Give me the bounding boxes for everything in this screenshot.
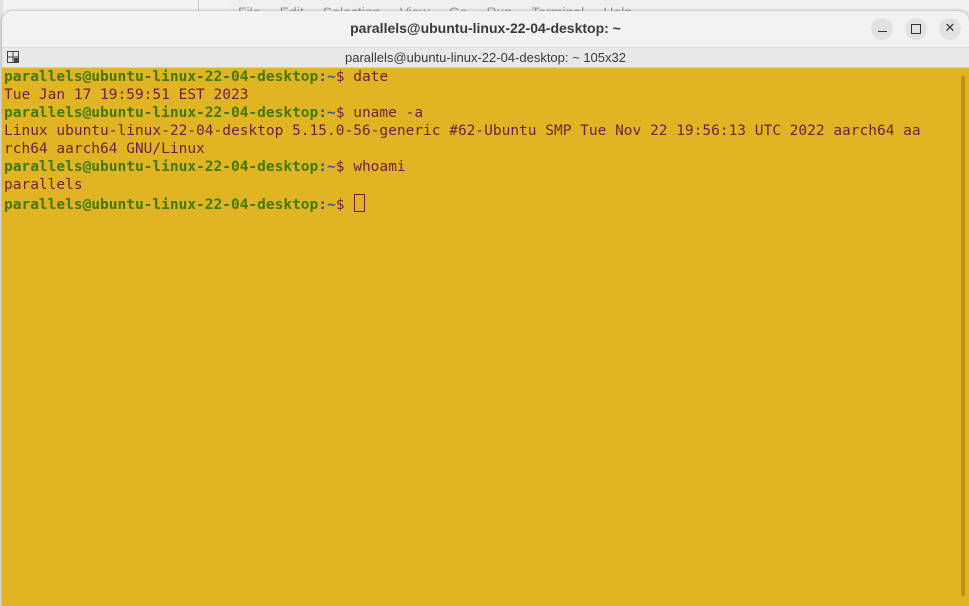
output-line: Linux ubuntu-linux-22-04-desktop 5.15.0-… bbox=[4, 123, 921, 139]
prompt-separator: : bbox=[318, 159, 328, 175]
prompt-line: parallels@ubuntu-linux-22-04-desktop:~$ … bbox=[4, 158, 954, 176]
output-line: Tue Jan 17 19:59:51 EST 2023 bbox=[4, 87, 249, 103]
tab-title: parallels@ubuntu-linux-22-04-desktop: ~ … bbox=[345, 50, 626, 65]
prompt-symbol: $ bbox=[335, 197, 354, 213]
output-line: rch64 aarch64 GNU/Linux bbox=[4, 141, 205, 157]
prompt-path: ~ bbox=[327, 105, 336, 121]
prompt-path: ~ bbox=[327, 69, 336, 85]
minimize-button[interactable] bbox=[871, 18, 893, 40]
prompt-symbol: $ bbox=[335, 105, 354, 121]
prompt-line: parallels@ubuntu-linux-22-04-desktop:~$ … bbox=[4, 104, 954, 122]
output-line: parallels bbox=[4, 177, 83, 193]
prompt-separator: : bbox=[318, 105, 328, 121]
command-text: whoami bbox=[353, 159, 406, 175]
minimize-icon bbox=[877, 31, 887, 32]
prompt-symbol: $ bbox=[335, 69, 354, 85]
prompt-separator: : bbox=[318, 197, 328, 213]
text-cursor[interactable] bbox=[354, 194, 366, 212]
prompt-user-host: parallels@ubuntu-linux-22-04-desktop bbox=[4, 105, 319, 121]
close-icon: ✕ bbox=[944, 21, 956, 36]
terminal-scrollbar[interactable] bbox=[957, 68, 969, 606]
prompt-line: parallels@ubuntu-linux-22-04-desktop:~$ … bbox=[4, 68, 954, 86]
prompt-user-host: parallels@ubuntu-linux-22-04-desktop bbox=[4, 159, 319, 175]
prompt-user-host: parallels@ubuntu-linux-22-04-desktop bbox=[4, 197, 319, 213]
prompt-path: ~ bbox=[327, 197, 336, 213]
close-button[interactable]: ✕ bbox=[939, 18, 961, 40]
maximize-icon bbox=[911, 24, 921, 34]
prompt-path: ~ bbox=[327, 159, 336, 175]
prompt-separator: : bbox=[318, 69, 328, 85]
prompt-user-host: parallels@ubuntu-linux-22-04-desktop bbox=[4, 69, 319, 85]
scrollbar-thumb[interactable] bbox=[961, 76, 965, 596]
command-text: uname -a bbox=[353, 105, 424, 121]
terminal-output[interactable]: parallels@ubuntu-linux-22-04-desktop:~$ … bbox=[4, 68, 954, 606]
prompt-line: parallels@ubuntu-linux-22-04-desktop:~$ bbox=[4, 194, 954, 213]
terminal-window[interactable]: parallels@ubuntu-linux-22-04-desktop: ~ … bbox=[2, 11, 969, 606]
maximize-button[interactable] bbox=[905, 18, 927, 40]
window-title: parallels@ubuntu-linux-22-04-desktop: ~ bbox=[350, 20, 621, 36]
command-text: date bbox=[353, 69, 389, 85]
terminal-tabbar[interactable]: parallels@ubuntu-linux-22-04-desktop: ~ … bbox=[2, 48, 969, 68]
prompt-symbol: $ bbox=[335, 159, 354, 175]
window-titlebar[interactable]: parallels@ubuntu-linux-22-04-desktop: ~ … bbox=[2, 11, 969, 48]
